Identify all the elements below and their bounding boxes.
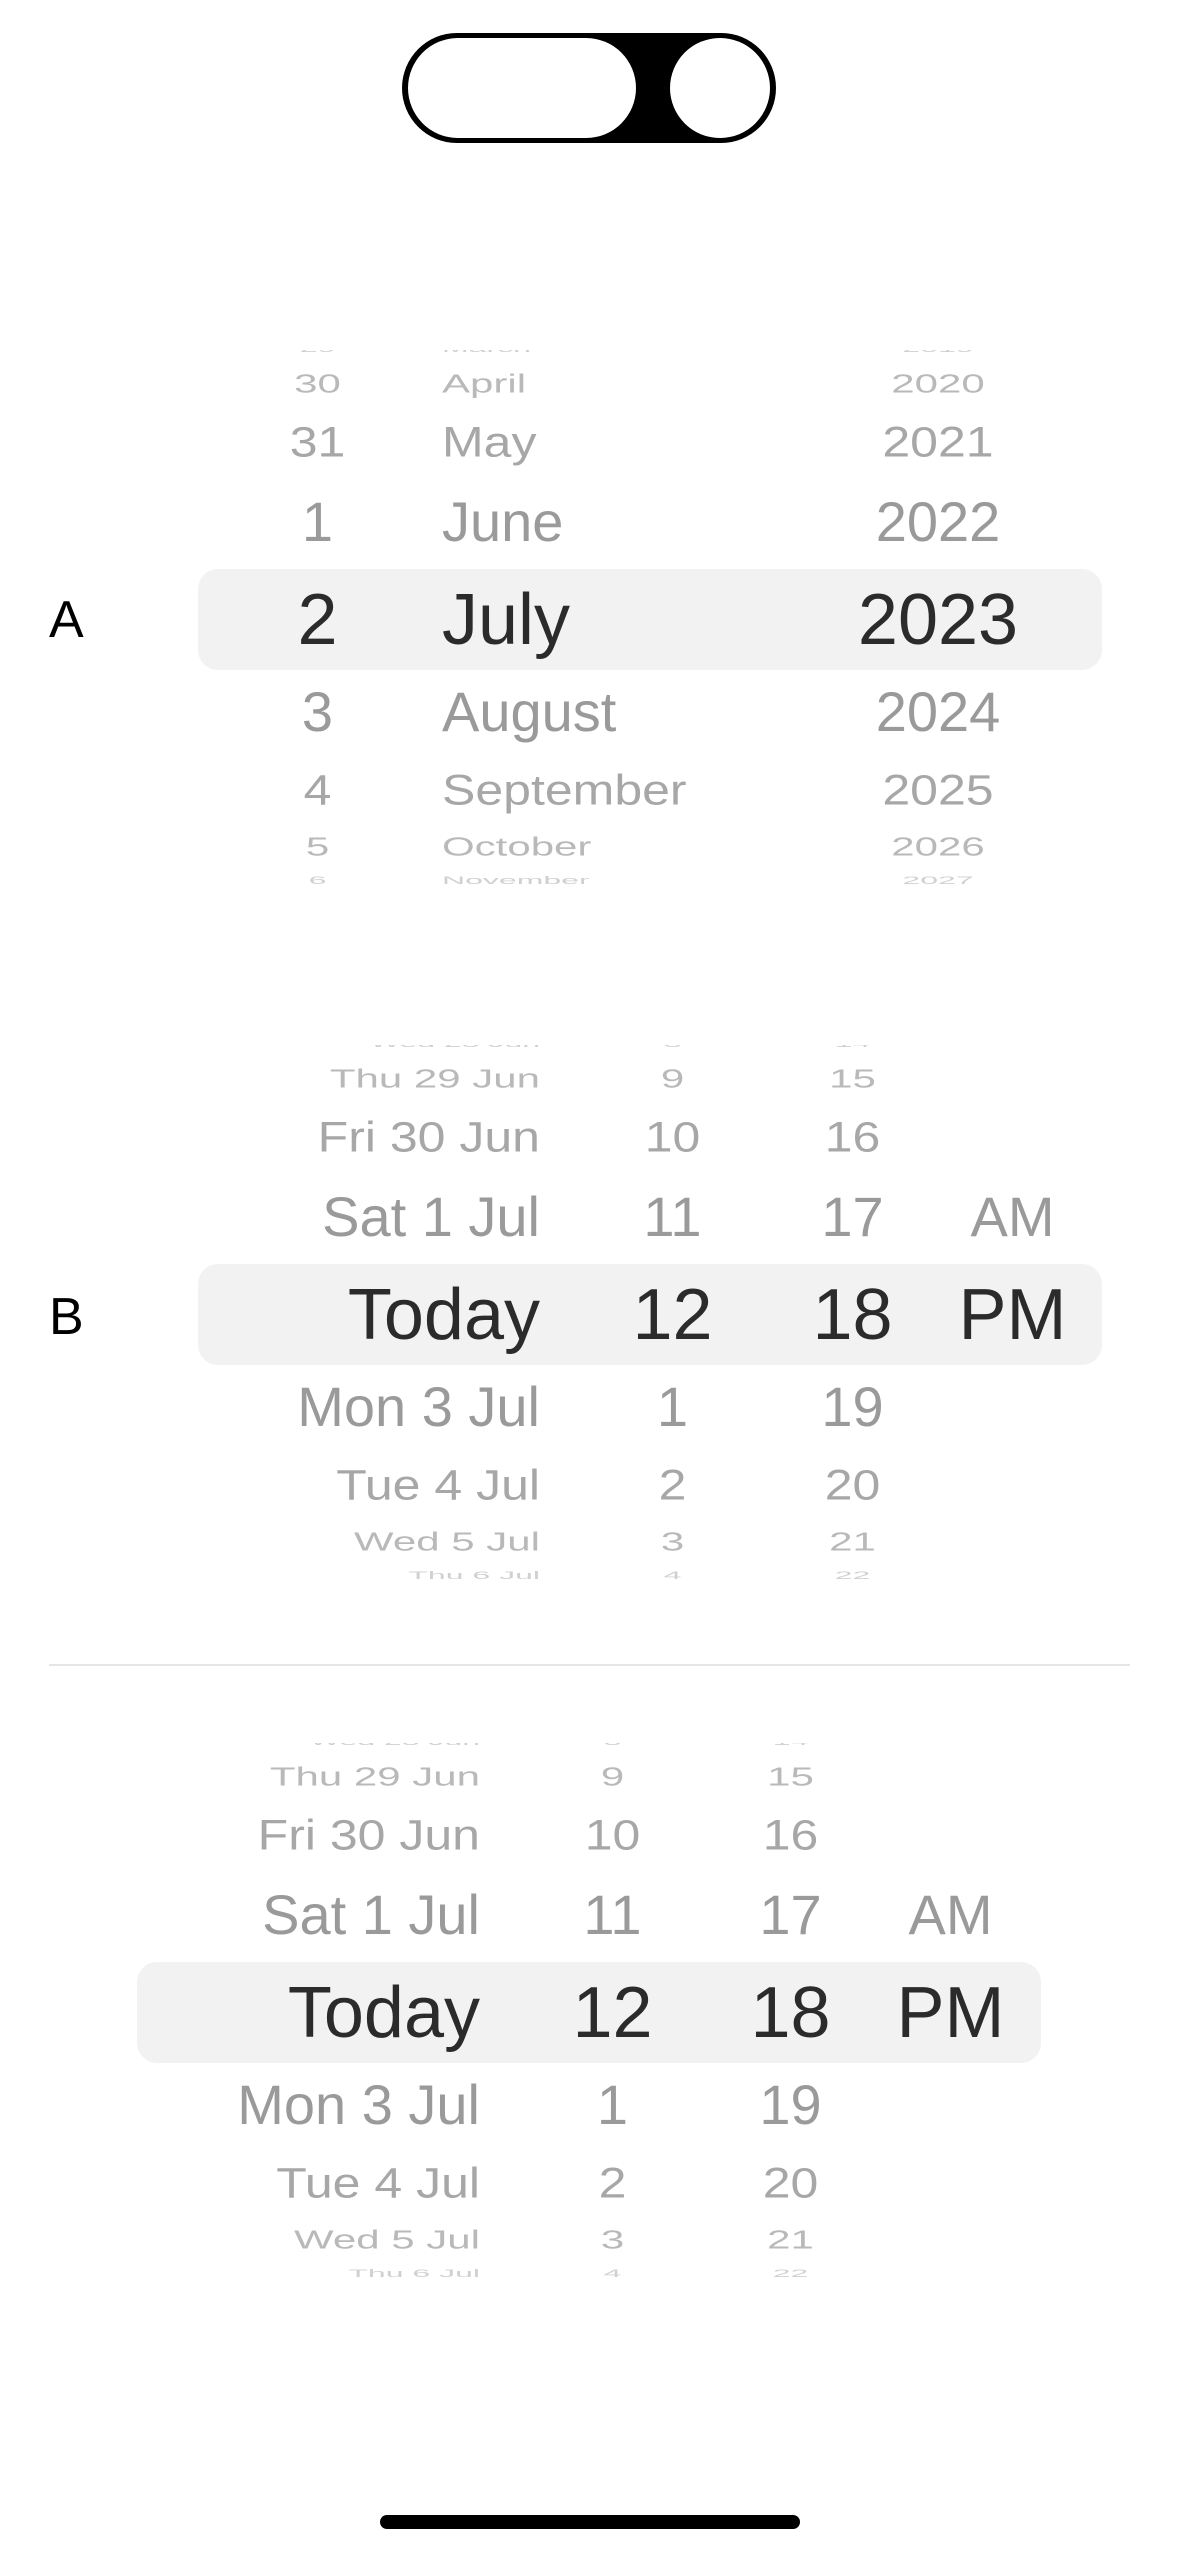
wheel-item[interactable]: Mon 3 Jul <box>140 2077 480 2133</box>
divider <box>49 1664 1130 1666</box>
island-pill <box>408 38 636 138</box>
wheel-item[interactable]: 1 <box>610 1379 735 1435</box>
wheel-item[interactable]: Wed 5 Jul <box>200 1529 540 1555</box>
wheel-item[interactable]: 2021 <box>838 421 1038 464</box>
wheel-item[interactable]: 4 <box>610 1569 735 1580</box>
wheel-item[interactable]: 30 <box>250 371 385 397</box>
wheel-item[interactable]: Mon 3 Jul <box>200 1379 540 1435</box>
wheel-item[interactable]: 15 <box>790 1066 915 1092</box>
wheel-item-selected[interactable]: 2 <box>250 584 385 656</box>
wheel-item[interactable]: Tue 4 Jul <box>140 2162 480 2205</box>
wheel-item[interactable]: 9 <box>550 1764 675 1790</box>
wheel-item-selected[interactable]: 18 <box>728 1977 853 2049</box>
wheel-item-selected[interactable]: 12 <box>610 1279 735 1351</box>
wheel-item[interactable]: 4 <box>550 2267 675 2278</box>
wheel-item[interactable]: 16 <box>790 1116 915 1159</box>
wheel-item-selected[interactable]: PM <box>888 1977 1013 2049</box>
wheel-item[interactable]: 21 <box>728 2227 853 2253</box>
wheel-item[interactable]: June <box>442 494 782 550</box>
wheel-item[interactable]: August <box>442 684 782 740</box>
wheel-item[interactable]: 2022 <box>838 494 1038 550</box>
wheel-item[interactable]: 5 <box>250 834 385 860</box>
wheel-item[interactable]: 31 <box>250 421 385 464</box>
wheel-item[interactable]: 2 <box>550 2162 675 2205</box>
wheel-item[interactable]: October <box>442 834 782 860</box>
wheel-item[interactable]: 14 <box>790 1045 915 1049</box>
island-camera <box>670 38 770 138</box>
wheel-item[interactable]: Sat 1 Jul <box>140 1887 480 1943</box>
wheel-item[interactable]: Wed 5 Jul <box>140 2227 480 2253</box>
wheel-item[interactable]: 1 <box>550 2077 675 2133</box>
wheel-item[interactable]: 10 <box>610 1116 735 1159</box>
wheel-item-selected[interactable]: Today <box>200 1279 540 1351</box>
date-picker-a[interactable]: 29 30 31 1 2 3 4 5 6 March April May June July August… <box>0 350 1179 885</box>
wheel-item[interactable]: September <box>442 769 782 812</box>
wheel-item[interactable]: 8 <box>550 1743 675 1747</box>
wheel-item[interactable]: 4 <box>250 769 385 812</box>
wheel-item-selected[interactable]: 18 <box>790 1279 915 1351</box>
wheel-item[interactable]: May <box>442 421 782 464</box>
wheel-item[interactable]: 2019 <box>838 350 1038 354</box>
wheel-item[interactable]: 29 <box>250 350 385 354</box>
wheel-item-selected[interactable]: PM <box>950 1279 1075 1351</box>
wheel-item[interactable]: Thu 6 Jul <box>140 2267 480 2278</box>
wheel-item[interactable]: 10 <box>550 1814 675 1857</box>
wheel-item[interactable]: 16 <box>728 1814 853 1857</box>
wheel-item[interactable]: 22 <box>728 2267 853 2278</box>
wheel-item[interactable]: Thu 6 Jul <box>200 1569 540 1580</box>
wheel-item-selected[interactable]: Today <box>140 1977 480 2049</box>
wheel-item-selected[interactable]: 2023 <box>838 584 1038 656</box>
wheel-item[interactable]: 3 <box>250 684 385 740</box>
wheel-item[interactable]: 2026 <box>838 834 1038 860</box>
wheel-item[interactable]: 20 <box>728 2162 853 2205</box>
dynamic-island <box>402 33 776 143</box>
wheel-item[interactable]: Sat 1 Jul <box>200 1189 540 1245</box>
wheel-item[interactable]: April <box>442 371 782 397</box>
wheel-item[interactable]: 17 <box>790 1189 915 1245</box>
wheel-item[interactable]: 2020 <box>838 371 1038 397</box>
wheel-item[interactable]: 19 <box>728 2077 853 2133</box>
home-indicator[interactable] <box>380 2515 800 2529</box>
wheel-item[interactable]: 15 <box>728 1764 853 1790</box>
wheel-item[interactable]: 6 <box>250 874 385 885</box>
wheel-item[interactable]: 11 <box>610 1189 735 1245</box>
wheel-item[interactable]: 3 <box>610 1529 735 1555</box>
wheel-item[interactable]: Wed 28 Jun <box>200 1045 540 1049</box>
wheel-item[interactable]: Fri 30 Jun <box>140 1814 480 1857</box>
wheel-item[interactable]: 8 <box>610 1045 735 1049</box>
wheel-item[interactable]: Tue 4 Jul <box>200 1464 540 1507</box>
datetime-picker-b[interactable]: Wed 28 Jun Thu 29 Jun Fri 30 Jun Sat 1 Jul T… <box>0 1045 1179 1580</box>
wheel-item[interactable]: 20 <box>790 1464 915 1507</box>
wheel-item[interactable]: 14 <box>728 1743 853 1747</box>
wheel-item[interactable]: March <box>442 350 782 354</box>
wheel-item[interactable]: 3 <box>550 2227 675 2253</box>
wheel-item[interactable]: AM <box>950 1189 1075 1245</box>
wheel-item[interactable]: 2025 <box>838 769 1038 812</box>
wheel-item[interactable]: 1 <box>250 494 385 550</box>
wheel-item[interactable]: AM <box>888 1887 1013 1943</box>
wheel-item[interactable]: Thu 29 Jun <box>200 1066 540 1092</box>
wheel-item[interactable]: 17 <box>728 1887 853 1943</box>
wheel-item[interactable]: 11 <box>550 1887 675 1943</box>
wheel-item[interactable]: 9 <box>610 1066 735 1092</box>
wheel-item[interactable]: Fri 30 Jun <box>200 1116 540 1159</box>
wheel-item[interactable]: 2024 <box>838 684 1038 740</box>
wheel-item[interactable]: Thu 29 Jun <box>140 1764 480 1790</box>
wheel-item[interactable]: Wed 28 Jun <box>140 1743 480 1747</box>
wheel-item[interactable]: November <box>442 874 782 885</box>
wheel-item-selected[interactable]: 12 <box>550 1977 675 2049</box>
wheel-item[interactable]: 19 <box>790 1379 915 1435</box>
wheel-item[interactable]: 21 <box>790 1529 915 1555</box>
wheel-item-selected[interactable]: July <box>442 584 782 656</box>
wheel-item[interactable]: 22 <box>790 1569 915 1580</box>
wheel-item[interactable]: 2 <box>610 1464 735 1507</box>
datetime-picker-c[interactable]: Wed 28 Jun Thu 29 Jun Fri 30 Jun Sat 1 Jul T… <box>0 1743 1179 2278</box>
wheel-item[interactable]: 2027 <box>838 874 1038 885</box>
